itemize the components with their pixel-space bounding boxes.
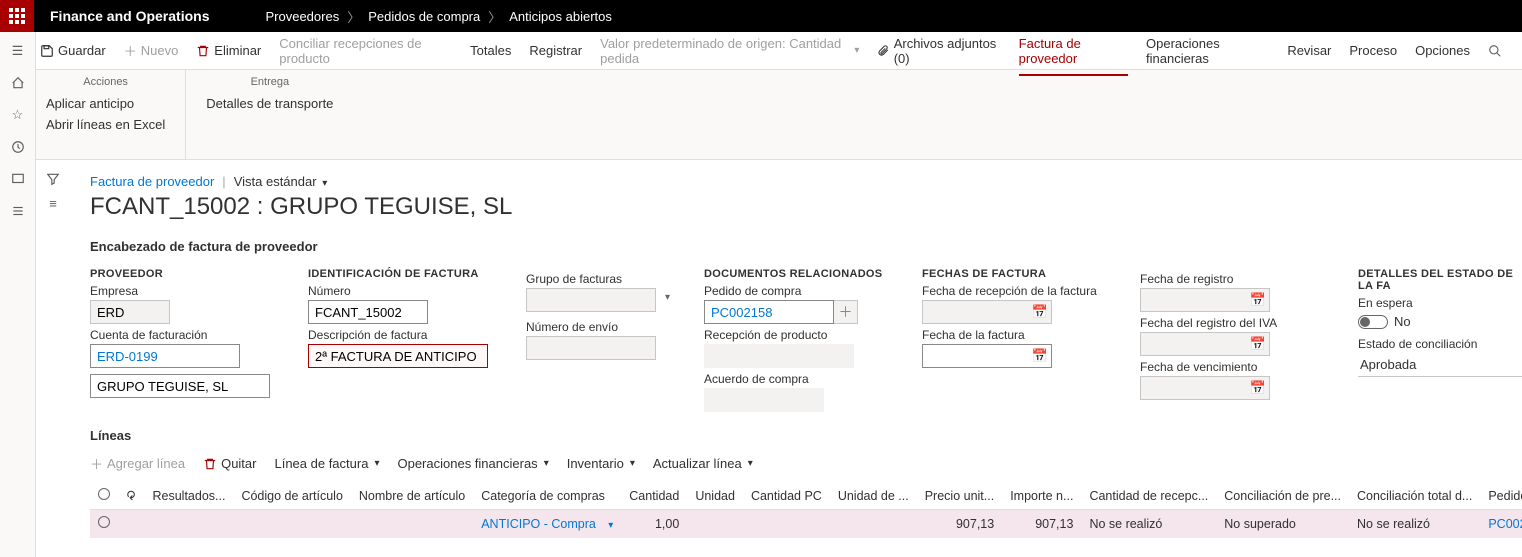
options-tab[interactable]: Opciones (1415, 43, 1470, 58)
remove-line-button[interactable]: Quitar (203, 456, 256, 471)
top-bar: Finance and Operations Proveedores 〉 Ped… (0, 0, 1522, 32)
list-icon[interactable] (9, 202, 27, 220)
inventory-menu[interactable]: Inventario▾ (567, 456, 635, 471)
main-content: Factura de proveedor | Vista estándar ▾ … (70, 160, 1522, 557)
review-tab[interactable]: Revisar (1287, 43, 1331, 58)
line-financials-menu[interactable]: Operaciones financieras▾ (397, 456, 548, 471)
form-header: PROVEEDOR Empresa Cuenta de facturación … (90, 268, 1502, 412)
invoice-group-select[interactable] (526, 288, 656, 312)
invoice-account-field[interactable] (90, 344, 240, 368)
table-row[interactable]: ANTICIPO - Compra ▾ 1,00 907,13 907,13 N… (90, 510, 1522, 538)
filter-icon[interactable] (46, 170, 60, 186)
on-hold-toggle[interactable]: No (1358, 314, 1522, 329)
left-rail: ☰ ☆ (0, 32, 36, 557)
waffle-icon[interactable] (0, 0, 34, 32)
view-selector[interactable]: Vista estándar ▾ (234, 174, 328, 189)
invoice-line-menu[interactable]: Línea de factura▾ (274, 456, 379, 471)
company-field[interactable] (90, 300, 170, 324)
calendar-icon[interactable]: 📅 (1032, 304, 1048, 320)
transport-details-link[interactable]: Detalles de transporte (206, 94, 333, 115)
lines-grid[interactable]: ⟳ Resultados... Código de artículo Nombr… (90, 482, 1522, 538)
calendar-icon[interactable]: 📅 (1250, 292, 1266, 308)
app-title: Finance and Operations (34, 8, 225, 24)
new-button[interactable]: ＋Nuevo (124, 41, 179, 60)
category-cell[interactable]: ANTICIPO - Compra ▾ (473, 510, 621, 538)
menu-icon[interactable]: ☰ (9, 42, 27, 60)
financials-tab[interactable]: Operaciones financieras (1146, 36, 1269, 66)
invoice-desc-field[interactable] (308, 344, 488, 368)
chevron-right-icon: 〉 (347, 7, 360, 26)
default-from-button[interactable]: Valor predeterminado de origen: Cantidad… (600, 36, 859, 66)
entity-link[interactable]: Factura de proveedor (90, 174, 214, 189)
invoice-number-field[interactable] (308, 300, 428, 324)
star-icon[interactable]: ☆ (9, 106, 27, 124)
ribbon-group-delivery: Entrega Detalles de transporte (206, 70, 353, 159)
save-button[interactable]: Guardar (40, 43, 106, 58)
delete-button[interactable]: Eliminar (196, 43, 261, 58)
home-icon[interactable] (9, 74, 27, 92)
reconcile-button[interactable]: Conciliar recepciones de producto (279, 36, 452, 66)
calendar-icon[interactable]: 📅 (1250, 336, 1266, 352)
section-header: Encabezado de factura de proveedor (90, 235, 1502, 258)
view-row: Factura de proveedor | Vista estándar ▾ (90, 174, 1502, 189)
totals-button[interactable]: Totales (470, 43, 511, 58)
lines-section-title: Líneas (90, 428, 1502, 443)
calendar-icon[interactable]: 📅 (1250, 380, 1266, 396)
shipment-number-field[interactable] (526, 336, 656, 360)
process-tab[interactable]: Proceso (1349, 43, 1397, 58)
chevron-down-icon[interactable]: ▾ (608, 520, 613, 531)
workspace-icon[interactable] (9, 170, 27, 188)
chevron-right-icon: 〉 (488, 7, 501, 26)
add-line-button[interactable]: ＋Agregar línea (90, 454, 185, 473)
lines-toolbar: ＋Agregar línea Quitar Línea de factura▾ … (90, 451, 1502, 476)
collapse-icon[interactable]: ≡ (49, 196, 57, 211)
calendar-icon[interactable]: 📅 (1032, 348, 1048, 364)
action-bar: Guardar ＋Nuevo Eliminar Conciliar recepc… (0, 32, 1522, 70)
product-receipt-field[interactable] (704, 344, 854, 368)
page-title: FCANT_15002 : GRUPO TEGUISE, SL (90, 193, 1502, 221)
attachments-button[interactable]: Archivos adjuntos (0) (877, 36, 1000, 66)
row-select-radio[interactable] (98, 516, 110, 528)
vendor-invoice-tab[interactable]: Factura de proveedor (1019, 36, 1128, 76)
apply-prepayment-link[interactable]: Aplicar anticipo (46, 94, 165, 115)
open-lines-excel-link[interactable]: Abrir líneas en Excel (46, 115, 165, 136)
match-status-value: Aprobada (1358, 353, 1522, 377)
mini-rail: ≡ (36, 160, 70, 211)
add-po-button[interactable]: ＋ (834, 300, 858, 324)
ribbon-group-actions: Acciones Aplicar anticipo Abrir líneas e… (46, 70, 186, 159)
clock-icon[interactable] (9, 138, 27, 156)
sub-ribbon: Acciones Aplicar anticipo Abrir líneas e… (0, 70, 1522, 160)
vendor-name-field[interactable] (90, 374, 270, 398)
purchase-agreement-field[interactable] (704, 388, 824, 412)
refresh-icon[interactable]: ⟳ (124, 490, 139, 500)
breadcrumb[interactable]: Proveedores 〉 Pedidos de compra 〉 Antici… (265, 7, 611, 26)
select-all-radio[interactable] (98, 488, 110, 500)
post-button[interactable]: Registrar (529, 43, 582, 58)
update-line-menu[interactable]: Actualizar línea▾ (653, 456, 753, 471)
purchase-order-field[interactable] (704, 300, 834, 324)
search-icon[interactable] (1488, 43, 1502, 59)
